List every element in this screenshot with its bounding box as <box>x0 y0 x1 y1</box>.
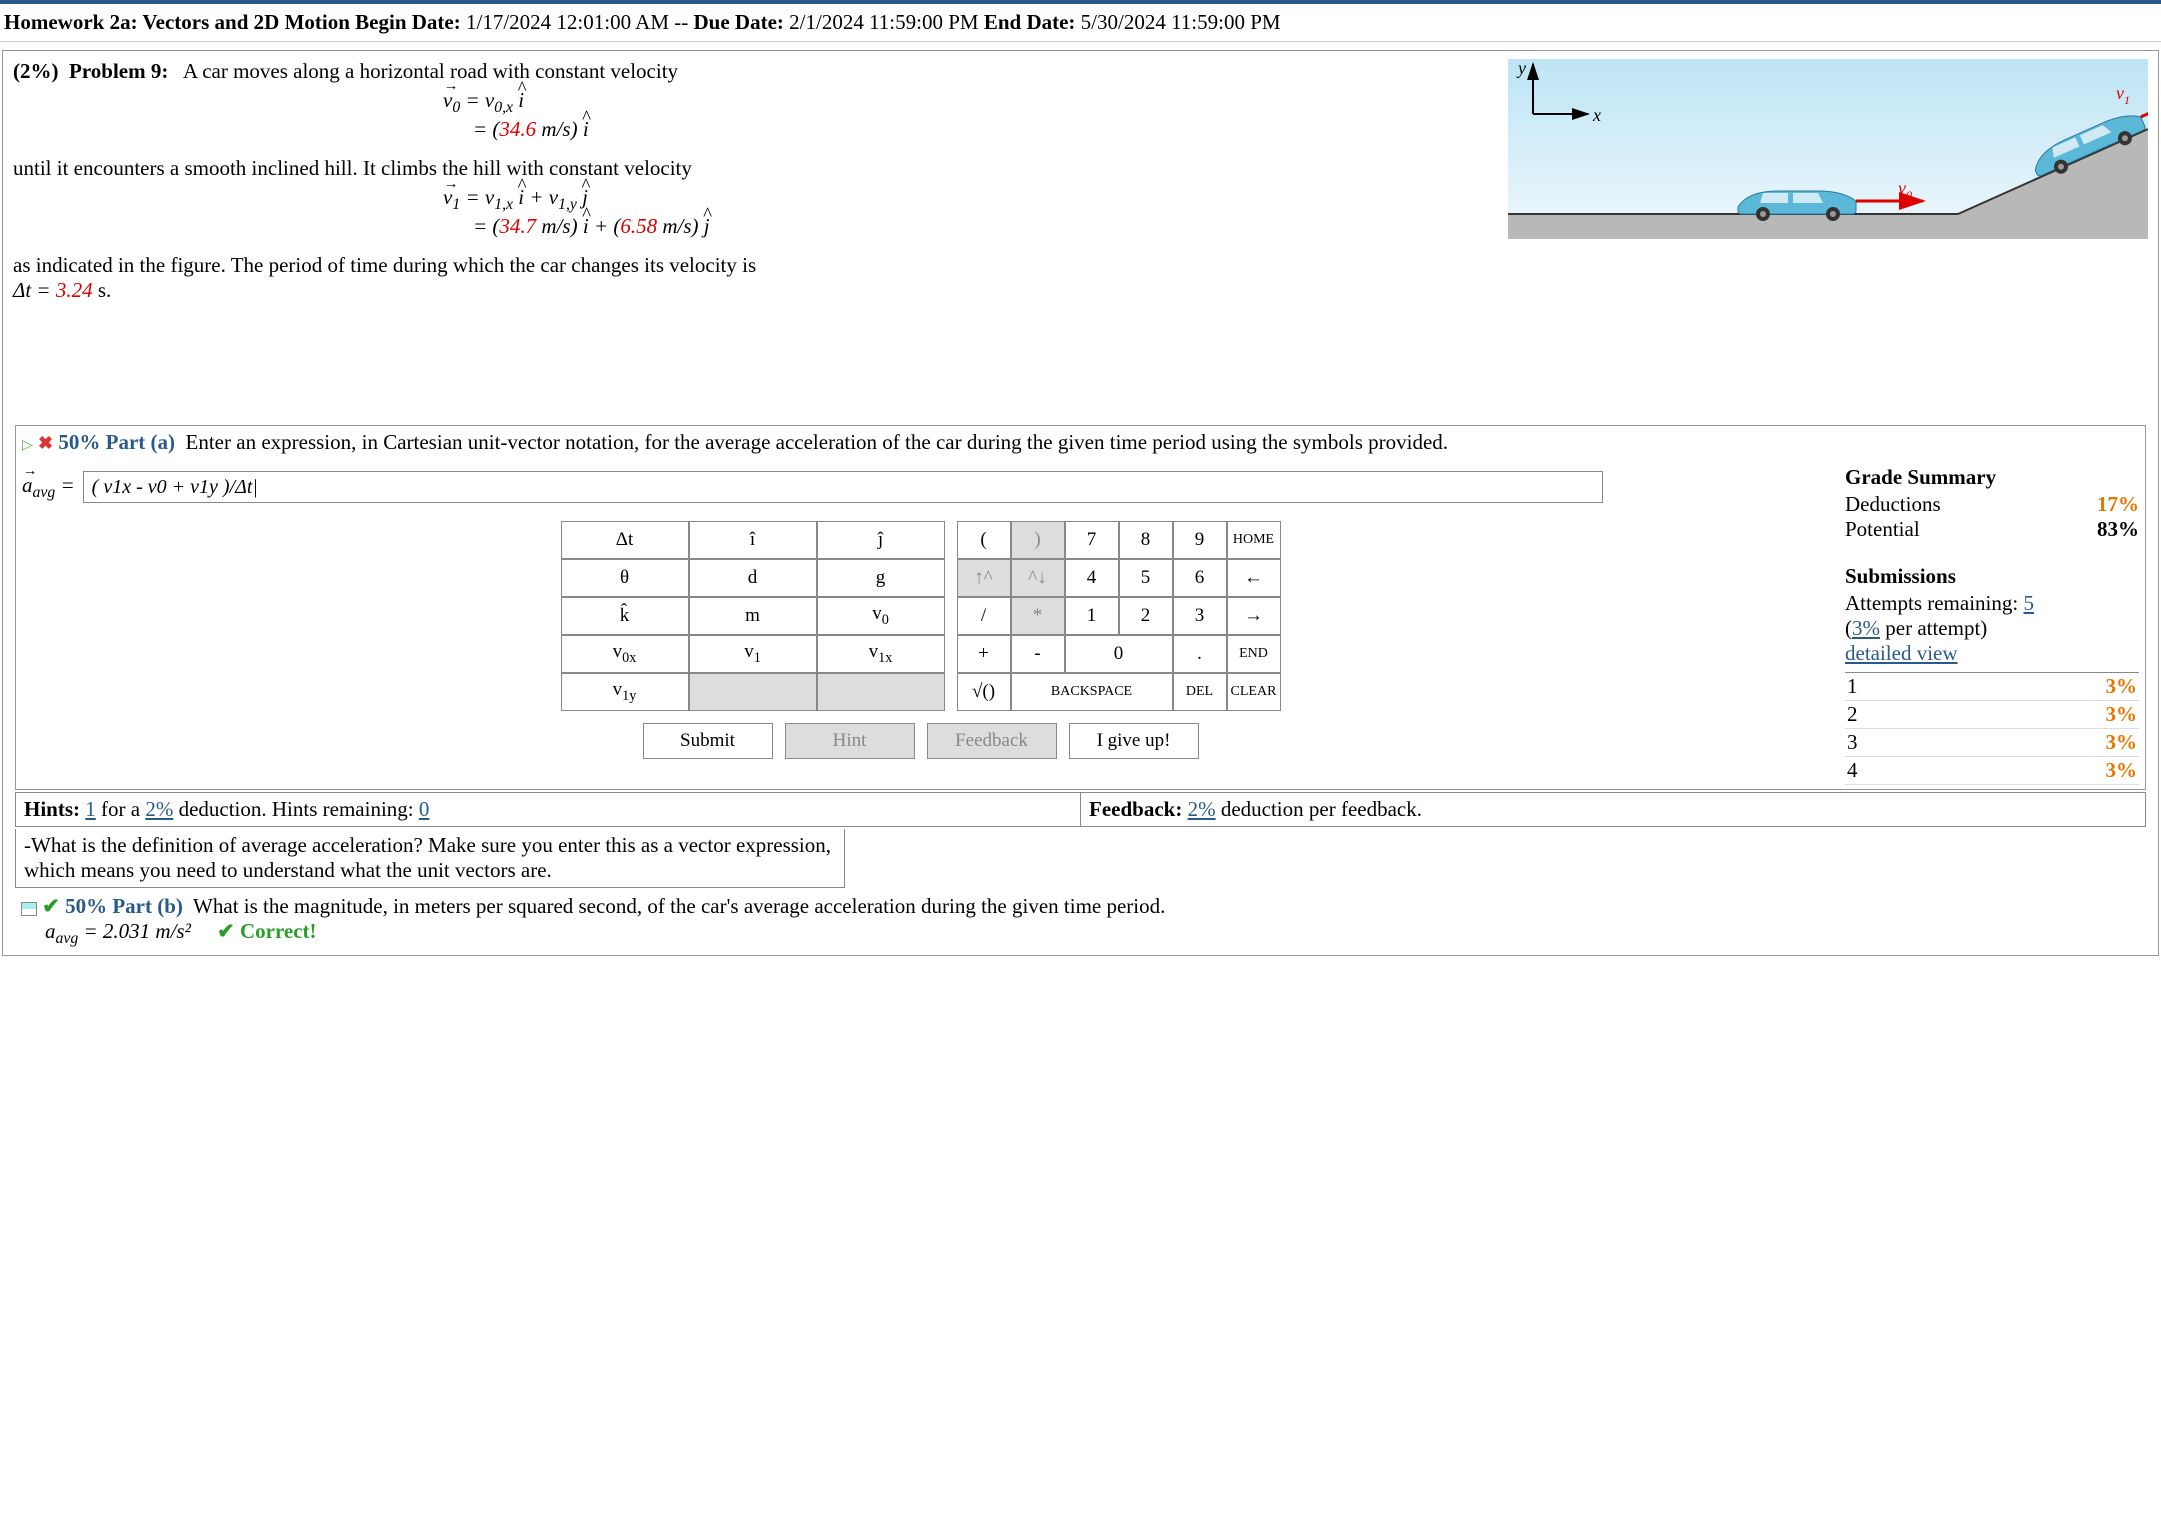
assignment-header: Homework 2a: Vectors and 2D Motion Begin… <box>0 0 2161 42</box>
sym-m[interactable]: m <box>689 597 817 635</box>
key-7[interactable]: 7 <box>1065 521 1119 559</box>
begin-date: 1/17/2024 12:01:00 AM <box>466 10 669 34</box>
key-8[interactable]: 8 <box>1119 521 1173 559</box>
sym-empty <box>817 673 945 711</box>
grade-title: Grade Summary <box>1845 465 2139 490</box>
answer-lhs: aavg = <box>22 473 75 502</box>
sym-dt[interactable]: Δt <box>561 521 689 559</box>
part-a-prompt: Enter an expression, in Cartesian unit-v… <box>186 430 1449 454</box>
problem-label: Problem 9: <box>69 59 168 83</box>
key-2[interactable]: 2 <box>1119 597 1173 635</box>
detailed-view[interactable]: detailed view <box>1845 641 1958 665</box>
symbol-palette: Δt î ĵ θ d g k̂ m v0 v0x v1 v1x v1y <box>561 521 945 711</box>
hint-text: -What is the definition of average accel… <box>15 829 845 888</box>
due-label: Due Date: <box>694 10 784 34</box>
wrong-icon: ✖ <box>38 433 53 453</box>
end-date: 5/30/2024 11:59:00 PM <box>1081 10 1281 34</box>
problem-intro: A car moves along a horizontal road with… <box>183 59 678 83</box>
sym-v1[interactable]: v1 <box>689 635 817 673</box>
sym-khat[interactable]: k̂ <box>561 597 689 635</box>
key-dot[interactable]: . <box>1173 635 1227 673</box>
problem-mid: until it encounters a smooth inclined hi… <box>13 156 1478 181</box>
sym-g[interactable]: g <box>817 559 945 597</box>
key-mul: * <box>1011 597 1065 635</box>
key-clear[interactable]: CLEAR <box>1227 673 1281 711</box>
key-6[interactable]: 6 <box>1173 559 1227 597</box>
hints-remaining[interactable]: 0 <box>419 797 430 821</box>
problem-container: (2%) Problem 9: A car moves along a hori… <box>2 50 2159 956</box>
key-backspace[interactable]: BACKSPACE <box>1011 673 1173 711</box>
key-del[interactable]: DEL <box>1173 673 1227 711</box>
svg-text:y: y <box>1516 59 1526 78</box>
answer-input[interactable]: ( v1x - v0 + v1y )/Δt| <box>83 471 1603 503</box>
check-icon: ✔ <box>42 894 60 918</box>
key-1[interactable]: 1 <box>1065 597 1119 635</box>
sym-ihat[interactable]: î <box>689 521 817 559</box>
part-b-box: ✔ 50% Part (b) What is the magnitude, in… <box>15 890 2146 952</box>
part-b-answer: aavg = 2.031 m/s² <box>45 919 191 943</box>
part-a-label: 50% Part (a) <box>58 430 175 454</box>
hints-used[interactable]: 1 <box>85 797 96 821</box>
collapse-icon[interactable] <box>21 902 37 916</box>
attempts-remaining[interactable]: 5 <box>2023 591 2034 615</box>
hints-feedback-row: Hints: 1 for a 2% deduction. Hints remai… <box>15 792 2146 827</box>
key-sub: ^↓ <box>1011 559 1065 597</box>
problem-tail: as indicated in the figure. The period o… <box>13 253 1478 303</box>
v1-equation: v1 = v1,x i + v1,y j = (34.7 m/s) i + (6… <box>443 185 1478 239</box>
part-a-box: ▷ ✖ 50% Part (a) Enter an expression, in… <box>15 425 2146 790</box>
key-plus[interactable]: + <box>957 635 1011 673</box>
problem-figure: y x v0 v1 <box>1508 59 2148 423</box>
key-9[interactable]: 9 <box>1173 521 1227 559</box>
grade-summary: Grade Summary Deductions17% Potential83%… <box>1839 465 2139 785</box>
key-div[interactable]: / <box>957 597 1011 635</box>
problem-weight: (2%) <box>13 59 59 83</box>
v0-equation: v0 = v0,x i = (34.6 m/s) i <box>443 88 1478 142</box>
key-right[interactable]: → <box>1227 597 1281 635</box>
end-label: End Date: <box>984 10 1076 34</box>
feedback-button: Feedback <box>927 723 1057 759</box>
part-b-prompt: What is the magnitude, in meters per squ… <box>193 894 1165 918</box>
hint-button: Hint <box>785 723 915 759</box>
key-rparen: ) <box>1011 521 1065 559</box>
correct-label: ✔ Correct! <box>217 919 316 943</box>
sym-empty <box>689 673 817 711</box>
sym-theta[interactable]: θ <box>561 559 689 597</box>
sym-jhat[interactable]: ĵ <box>817 521 945 559</box>
svg-text:x: x <box>1592 105 1601 125</box>
key-minus[interactable]: - <box>1011 635 1065 673</box>
sym-v0x[interactable]: v0x <box>561 635 689 673</box>
expand-icon[interactable]: ▷ <box>22 438 33 453</box>
sym-v1y[interactable]: v1y <box>561 673 689 711</box>
key-sqrt[interactable]: √() <box>957 673 1011 711</box>
key-lparen[interactable]: ( <box>957 521 1011 559</box>
begin-label: Begin Date: <box>355 10 461 34</box>
sym-v0[interactable]: v0 <box>817 597 945 635</box>
sep: -- <box>674 10 688 34</box>
feedback-cost[interactable]: 2% <box>1188 797 1216 821</box>
key-home[interactable]: HOME <box>1227 521 1281 559</box>
key-4[interactable]: 4 <box>1065 559 1119 597</box>
due-date: 2/1/2024 11:59:00 PM <box>789 10 978 34</box>
giveup-button[interactable]: I give up! <box>1069 723 1199 759</box>
key-0[interactable]: 0 <box>1065 635 1173 673</box>
submissions-title: Submissions <box>1845 564 2139 589</box>
sym-v1x[interactable]: v1x <box>817 635 945 673</box>
submit-button[interactable]: Submit <box>643 723 773 759</box>
key-3[interactable]: 3 <box>1173 597 1227 635</box>
key-sup: ↑^ <box>957 559 1011 597</box>
hint-cost[interactable]: 2% <box>145 797 173 821</box>
key-end[interactable]: END <box>1227 635 1281 673</box>
per-attempt[interactable]: 3% <box>1852 616 1880 640</box>
key-left[interactable]: ← <box>1227 559 1281 597</box>
assignment-title: Homework 2a: Vectors and 2D Motion <box>4 10 350 34</box>
sym-d[interactable]: d <box>689 559 817 597</box>
key-5[interactable]: 5 <box>1119 559 1173 597</box>
part-b-label: 50% Part (b) <box>65 894 183 918</box>
numeric-keypad: ( ) 7 8 9 HOME ↑^ ^↓ 4 5 6 ← / * <box>957 521 1281 711</box>
